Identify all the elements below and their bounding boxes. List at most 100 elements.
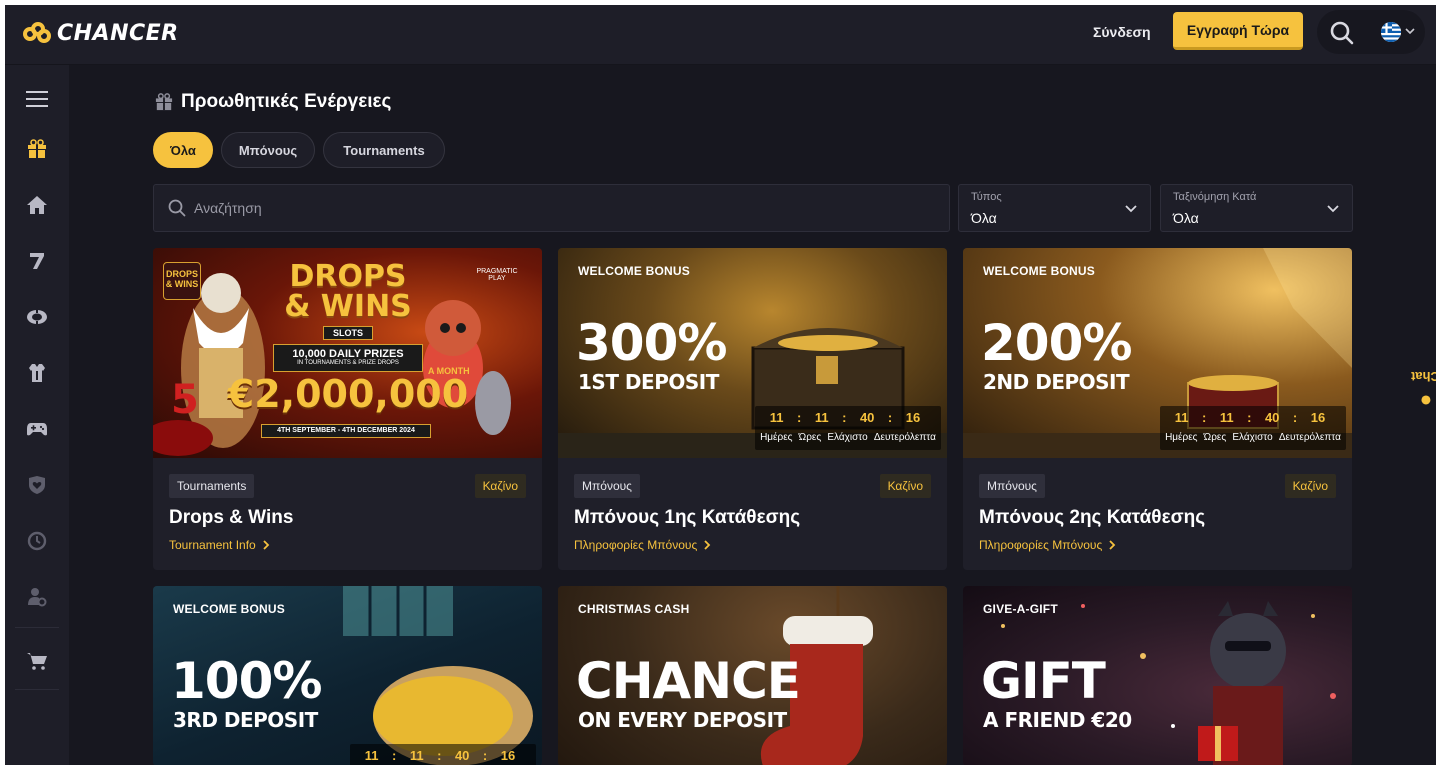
type-select-value: Όλα bbox=[971, 210, 997, 226]
register-button[interactable]: Εγγραφή Τώρα bbox=[1173, 12, 1303, 50]
type-badge: Καζίνο bbox=[879, 474, 931, 498]
card-title[interactable]: Μπόνους 1ης Κατάθεσης bbox=[574, 507, 800, 529]
countdown-values: 11 : 11 : 40 : 16 bbox=[1160, 410, 1346, 425]
sports-shirt-icon[interactable] bbox=[25, 361, 49, 385]
countdown-timer: 11 : 11 : 40 : 16 bbox=[350, 744, 536, 765]
promo-card-christmas-cash[interactable]: CHRISTMAS CASH CHANCE ON EVERY DEPOSIT bbox=[558, 586, 947, 765]
search-field[interactable] bbox=[153, 184, 950, 232]
drops-wins-title-line2: & WINS bbox=[284, 289, 412, 324]
login-link[interactable]: Σύνδεση bbox=[1093, 24, 1151, 40]
chevron-right-icon bbox=[704, 540, 711, 550]
promo-banner[interactable]: CHRISTMAS CASH CHANCE ON EVERY DEPOSIT bbox=[558, 586, 947, 765]
tab-bonus[interactable]: Μπόνους bbox=[221, 132, 315, 168]
gamepad-icon[interactable] bbox=[25, 417, 49, 441]
promo-banner[interactable]: WELCOME BONUS 100% 3RD DEPOSIT 11 : 11 :… bbox=[153, 586, 542, 765]
gift-icon[interactable] bbox=[25, 137, 49, 161]
svg-text:5: 5 bbox=[171, 377, 199, 423]
top-header: CHANCER Σύνδεση Εγγραφή Τώρα bbox=[5, 5, 1436, 65]
countdown-sep: : bbox=[437, 748, 442, 763]
card-info-link[interactable]: Tournament Info bbox=[169, 538, 270, 552]
tab-all[interactable]: Όλα bbox=[153, 132, 213, 168]
promo-card-drops-wins[interactable]: 5 DROPS & WINS PRAGMATIC PLAY DROPS & WI… bbox=[153, 248, 542, 570]
promo-card-first-deposit[interactable]: WELCOME BONUS 300% 1ST DEPOSIT 11 : 11 :… bbox=[558, 248, 947, 570]
chat-label-text: Chat bbox=[1410, 368, 1436, 384]
clock-icon[interactable] bbox=[25, 529, 49, 553]
countdown-minutes: 40 bbox=[1264, 410, 1280, 425]
card-title[interactable]: Drops & Wins bbox=[169, 507, 293, 529]
countdown-sep: : bbox=[482, 748, 488, 763]
search-icon bbox=[168, 199, 186, 217]
countdown-sep: : bbox=[887, 410, 893, 425]
promo-dates: 4TH SEPTEMBER - 4TH DECEMBER 2024 bbox=[261, 424, 431, 438]
card-info-link[interactable]: Πληροφορίες Μπόνους bbox=[574, 538, 711, 552]
chat-label: Chat bbox=[1411, 362, 1436, 405]
promo-banner[interactable]: GIVE-A-GIFT GIFT A FRIEND €20 bbox=[963, 586, 1352, 765]
countdown-unit: Ελάχιστο bbox=[827, 432, 868, 443]
logo-text: CHANCER bbox=[57, 21, 179, 46]
countdown-sep: : bbox=[842, 410, 847, 425]
countdown-sep: : bbox=[1292, 410, 1298, 425]
chevron-right-icon bbox=[263, 540, 269, 550]
promo-tag: WELCOME BONUS bbox=[173, 602, 285, 616]
promo-card-give-a-gift[interactable]: GIVE-A-GIFT GIFT A FRIEND €20 bbox=[963, 586, 1352, 765]
chancer-logo[interactable]: CHANCER bbox=[23, 21, 179, 46]
drops-wins-corner-badge: DROPS & WINS bbox=[163, 262, 201, 300]
left-sidebar bbox=[5, 65, 69, 765]
promo-card-second-deposit[interactable]: WELCOME BONUS 200% 2ND DEPOSIT 11 : 11 :… bbox=[963, 248, 1352, 570]
promo-banner[interactable]: WELCOME BONUS 300% 1ST DEPOSIT 11 : 11 :… bbox=[558, 248, 947, 458]
countdown-sep: : bbox=[1202, 410, 1207, 425]
gift-icon bbox=[155, 93, 173, 111]
countdown-timer: 11 : 11 : 40 : 16 Ημέρες Ώρες Ελάχιστο Δ… bbox=[755, 406, 941, 450]
search-icon[interactable] bbox=[1329, 20, 1355, 46]
chevron-right-icon bbox=[1109, 540, 1116, 550]
search-input[interactable] bbox=[194, 200, 894, 216]
chevron-down-icon[interactable] bbox=[1404, 25, 1416, 37]
live-casino-chip-icon[interactable] bbox=[25, 305, 49, 329]
card-info-link[interactable]: Πληροφορίες Μπόνους bbox=[979, 538, 1116, 552]
promo-tag: CHRISTMAS CASH bbox=[578, 602, 690, 616]
home-icon[interactable] bbox=[25, 193, 49, 217]
slots-seven-icon[interactable] bbox=[25, 249, 49, 273]
menu-icon[interactable] bbox=[25, 87, 49, 111]
sidebar-divider bbox=[15, 627, 59, 628]
tab-tournaments[interactable]: Tournaments bbox=[323, 132, 445, 168]
type-badge: Καζίνο bbox=[1284, 474, 1336, 498]
drops-wins-title-line1: DROPS bbox=[289, 259, 407, 294]
daily-prizes-sub: IN TOURNAMENTS & PRIZE DROPS bbox=[297, 360, 399, 366]
category-badge: Tournaments bbox=[169, 474, 255, 498]
promo-big-value: 300% bbox=[576, 314, 727, 372]
slots-label: SLOTS bbox=[323, 326, 373, 340]
type-badge: Καζίνο bbox=[474, 474, 526, 498]
countdown-sep: : bbox=[1247, 410, 1252, 425]
category-badge: Μπόνους bbox=[574, 474, 640, 498]
countdown-hours: 11 bbox=[1219, 410, 1234, 425]
countdown-unit: Ώρες bbox=[798, 432, 822, 443]
promo-card-third-deposit[interactable]: WELCOME BONUS 100% 3RD DEPOSIT 11 : 11 :… bbox=[153, 586, 542, 765]
countdown-days: 11 bbox=[1174, 410, 1189, 425]
promo-big-value: CHANCE bbox=[576, 652, 801, 710]
category-badge: Μπόνους bbox=[979, 474, 1045, 498]
promo-subtitle: 1ST DEPOSIT bbox=[578, 370, 719, 394]
chat-button[interactable]: Chat bbox=[1411, 351, 1436, 415]
countdown-unit: Ώρες bbox=[1203, 432, 1227, 443]
countdown-minutes: 40 bbox=[859, 410, 875, 425]
sort-select[interactable]: Ταξινόμηση Κατά Όλα bbox=[1160, 184, 1353, 232]
countdown-seconds: 16 bbox=[905, 410, 921, 425]
countdown-days: 11 bbox=[769, 410, 784, 425]
greek-flag-icon[interactable] bbox=[1381, 22, 1401, 42]
user-settings-icon[interactable] bbox=[25, 585, 49, 609]
card-title[interactable]: Μπόνους 2ης Κατάθεσης bbox=[979, 507, 1205, 529]
card-info-link-text: Tournament Info bbox=[169, 538, 256, 552]
promo-tag: WELCOME BONUS bbox=[578, 264, 690, 278]
chevron-down-icon bbox=[1327, 205, 1339, 213]
chat-dot-icon bbox=[1420, 394, 1430, 404]
cart-icon[interactable] bbox=[25, 649, 49, 673]
promo-banner[interactable]: 5 DROPS & WINS PRAGMATIC PLAY DROPS & WI… bbox=[153, 248, 542, 458]
chevron-down-icon bbox=[1125, 205, 1137, 213]
type-select[interactable]: Τύπος Όλα bbox=[958, 184, 1151, 232]
promo-tag: GIVE-A-GIFT bbox=[983, 602, 1058, 616]
prize-amount: €2,000,000 bbox=[227, 372, 469, 416]
heart-shield-icon[interactable] bbox=[25, 473, 49, 497]
promo-banner[interactable]: WELCOME BONUS 200% 2ND DEPOSIT 11 : 11 :… bbox=[963, 248, 1352, 458]
promo-subtitle: 2ND DEPOSIT bbox=[983, 370, 1130, 394]
